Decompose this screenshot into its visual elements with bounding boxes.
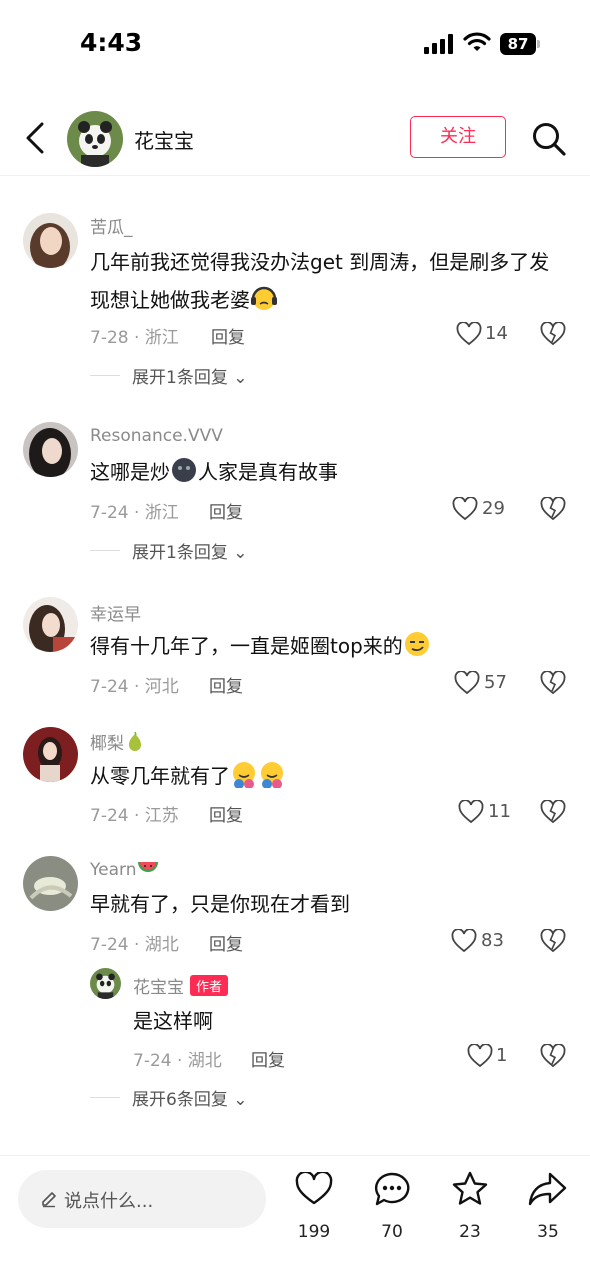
comment-header: 花宝宝 关注 bbox=[0, 100, 590, 176]
like-count: 57 bbox=[484, 672, 507, 693]
bottom-action-bar: 说点什么... 199 70 23 35 bbox=[0, 1155, 590, 1280]
share-arrow-icon bbox=[528, 1172, 567, 1206]
author-avatar[interactable] bbox=[67, 111, 123, 167]
like-count: 83 bbox=[481, 930, 504, 951]
comment-text-body: 得有十几年了，一直是姬圈top来的 bbox=[90, 634, 403, 658]
reply-text: 是这样啊 bbox=[133, 1009, 213, 1033]
like-count: 14 bbox=[485, 323, 508, 344]
reply-author-name-text: 花宝宝 bbox=[133, 978, 184, 998]
chevron-down-icon: ⌄ bbox=[233, 543, 248, 563]
dislike-broken-heart-icon[interactable] bbox=[540, 1044, 566, 1068]
comment-date-location: 7-24 · 河北 bbox=[90, 677, 179, 697]
expand-replies-label: 展开1条回复 bbox=[132, 543, 228, 563]
reply-date-location: 7-24 · 湖北 bbox=[133, 1051, 222, 1071]
like-button[interactable]: 199 bbox=[284, 1170, 344, 1250]
like-count: 11 bbox=[488, 801, 511, 822]
comment-text: 几年前我还觉得我没办法get 到周涛，但是刷多了发现想让她做我老婆 bbox=[90, 243, 560, 319]
dislike-broken-heart-icon[interactable] bbox=[540, 322, 566, 346]
star-icon bbox=[452, 1171, 488, 1205]
share-button[interactable]: 35 bbox=[518, 1170, 578, 1250]
cellular-signal-icon bbox=[424, 34, 453, 54]
commenter-name[interactable]: Resonance.VVV bbox=[90, 426, 223, 446]
like-total: 199 bbox=[297, 1222, 331, 1242]
chevron-down-icon: ⌄ bbox=[233, 368, 248, 388]
like-heart-icon[interactable] bbox=[454, 671, 480, 695]
dislike-broken-heart-icon[interactable] bbox=[540, 497, 566, 521]
reply-button[interactable]: 回复 bbox=[251, 1046, 285, 1071]
pear-emoji-icon bbox=[129, 731, 141, 751]
like-heart-icon[interactable] bbox=[458, 800, 484, 824]
follow-button[interactable]: 关注 bbox=[410, 116, 506, 158]
comment-button[interactable]: 70 bbox=[362, 1170, 422, 1250]
commenter-avatar[interactable] bbox=[23, 597, 78, 652]
comment-date-location: 7-24 · 湖北 bbox=[90, 935, 179, 955]
comment-date-location: 7-24 · 江苏 bbox=[90, 806, 179, 826]
commenter-name[interactable]: Yearn bbox=[90, 858, 160, 880]
comment-text: 这哪是炒 人家是真有故事 bbox=[90, 453, 560, 491]
comment-text: 从零几年就有了 bbox=[90, 757, 560, 795]
watermelon-emoji-icon bbox=[138, 862, 159, 872]
commenter-avatar[interactable] bbox=[23, 856, 78, 911]
heart-icon bbox=[295, 1172, 333, 1205]
favorite-button[interactable]: 23 bbox=[440, 1170, 500, 1250]
chevron-down-icon: ⌄ bbox=[233, 1090, 248, 1110]
like-heart-icon[interactable] bbox=[451, 929, 477, 953]
reply-button[interactable]: 回复 bbox=[209, 498, 243, 523]
commenter-avatar[interactable] bbox=[23, 213, 78, 268]
comment-text-part: 这哪是炒 bbox=[90, 460, 170, 484]
commenter-avatar[interactable] bbox=[23, 422, 78, 477]
emoji-hug-icon bbox=[261, 762, 283, 788]
search-icon[interactable] bbox=[530, 120, 568, 158]
emoji-hug-icon bbox=[233, 762, 255, 788]
emoji-dark-face-icon bbox=[172, 458, 196, 482]
expand-replies-label: 展开1条回复 bbox=[132, 368, 228, 388]
comment-date-location: 7-24 · 浙江 bbox=[90, 503, 179, 523]
commenter-name[interactable]: 幸运早 bbox=[90, 600, 141, 625]
commenter-name[interactable]: 苦瓜_ bbox=[90, 213, 133, 238]
status-bar: 4:43 87 bbox=[0, 0, 590, 90]
dislike-broken-heart-icon[interactable] bbox=[540, 929, 566, 953]
commenter-avatar[interactable] bbox=[23, 727, 78, 782]
comment-text-part: 人家是真有故事 bbox=[198, 460, 338, 484]
reply-button[interactable]: 回复 bbox=[209, 930, 243, 955]
reply-author-name[interactable]: 花宝宝 作者 bbox=[133, 973, 229, 998]
battery-percent: 87 bbox=[507, 35, 529, 53]
comment-total: 70 bbox=[381, 1222, 403, 1242]
commenter-name-text: 椰梨 bbox=[90, 734, 124, 754]
comment-bubble-icon bbox=[374, 1172, 410, 1206]
like-heart-icon[interactable] bbox=[452, 497, 478, 521]
back-arrow-icon[interactable] bbox=[22, 120, 50, 156]
author-name: 花宝宝 bbox=[134, 129, 194, 153]
like-count: 1 bbox=[496, 1045, 508, 1066]
share-total: 35 bbox=[537, 1222, 559, 1242]
pencil-icon bbox=[42, 1192, 56, 1208]
comment-text-body: 从零几年就有了 bbox=[90, 764, 230, 788]
like-heart-icon[interactable] bbox=[467, 1044, 493, 1068]
reply-button[interactable]: 回复 bbox=[211, 323, 245, 348]
wifi-icon bbox=[463, 32, 491, 51]
comment-text: 早就有了，只是你现在才看到 bbox=[90, 892, 350, 916]
commenter-name-text: Yearn bbox=[90, 860, 137, 880]
like-heart-icon[interactable] bbox=[456, 322, 482, 346]
commenter-name[interactable]: 椰梨 bbox=[90, 729, 146, 754]
comment-input-placeholder: 说点什么... bbox=[64, 1191, 154, 1212]
expand-replies-label: 展开6条回复 bbox=[132, 1090, 228, 1110]
comment-text-body: 几年前我还觉得我没办法get 到周涛，但是刷多了发现想让她做我老婆 bbox=[90, 250, 550, 312]
battery-indicator: 87 bbox=[500, 33, 540, 55]
reply-button[interactable]: 回复 bbox=[209, 801, 243, 826]
comment-date-location: 7-28 · 浙江 bbox=[90, 328, 179, 348]
emoji-headphones-icon bbox=[251, 286, 277, 310]
dislike-broken-heart-icon[interactable] bbox=[540, 671, 566, 695]
author-badge: 作者 bbox=[190, 975, 229, 996]
reply-button[interactable]: 回复 bbox=[209, 672, 243, 697]
comment-input[interactable]: 说点什么... bbox=[18, 1170, 266, 1228]
emoji-smirk-icon bbox=[404, 632, 429, 656]
favorite-total: 23 bbox=[459, 1222, 481, 1242]
like-count: 29 bbox=[482, 498, 505, 519]
status-time: 4:43 bbox=[80, 28, 143, 57]
comment-text: 得有十几年了，一直是姬圈top来的 bbox=[90, 627, 560, 665]
dislike-broken-heart-icon[interactable] bbox=[540, 800, 566, 824]
reply-author-avatar[interactable] bbox=[90, 968, 121, 999]
